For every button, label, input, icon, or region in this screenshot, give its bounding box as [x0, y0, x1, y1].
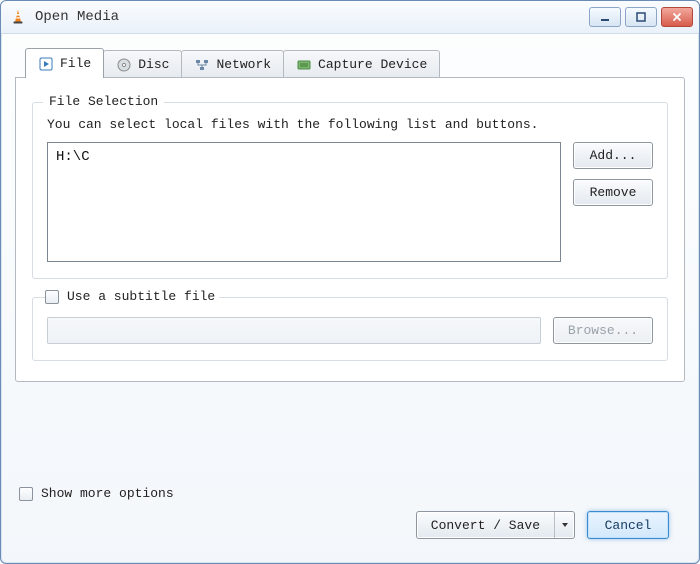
chevron-down-icon	[561, 521, 569, 529]
content-area: File Disc Network Capture Device	[1, 34, 699, 563]
minimize-button[interactable]	[589, 7, 621, 27]
capture-device-icon	[296, 57, 312, 73]
open-media-window: Open Media File	[0, 0, 700, 564]
network-icon	[194, 57, 210, 73]
dialog-button-bar: Convert / Save Cancel	[15, 501, 685, 553]
vlc-cone-icon	[9, 8, 27, 26]
file-selection-hint: You can select local files with the foll…	[47, 117, 653, 132]
titlebar: Open Media	[1, 1, 699, 34]
cancel-button[interactable]: Cancel	[587, 511, 669, 539]
remove-button[interactable]: Remove	[573, 179, 653, 206]
browse-subtitle-button[interactable]: Browse...	[553, 317, 653, 344]
file-list[interactable]: H:\C	[47, 142, 561, 262]
tab-capture-device[interactable]: Capture Device	[283, 50, 440, 78]
tab-label: File	[60, 56, 91, 71]
use-subtitle-label: Use a subtitle file	[67, 289, 215, 304]
use-subtitle-checkbox[interactable]	[45, 290, 59, 304]
convert-save-button[interactable]: Convert / Save	[416, 511, 575, 539]
tab-panel-file: File Selection You can select local file…	[15, 77, 685, 382]
close-button[interactable]	[661, 7, 693, 27]
file-play-icon	[38, 56, 54, 72]
file-list-item[interactable]: H:\C	[56, 149, 552, 165]
tab-label: Capture Device	[318, 57, 427, 72]
subtitle-path-input[interactable]	[47, 317, 541, 344]
disc-icon	[116, 57, 132, 73]
show-more-options-checkbox[interactable]	[19, 487, 33, 501]
footer-options: Show more options	[15, 480, 685, 501]
subtitle-group: Use a subtitle file Browse...	[32, 297, 668, 361]
tab-bar: File Disc Network Capture Device	[25, 48, 685, 78]
file-selection-group: File Selection You can select local file…	[32, 102, 668, 279]
show-more-options-label: Show more options	[41, 486, 174, 501]
tab-network[interactable]: Network	[181, 50, 284, 78]
add-button[interactable]: Add...	[573, 142, 653, 169]
maximize-button[interactable]	[625, 7, 657, 27]
window-controls	[589, 7, 693, 27]
convert-save-dropdown[interactable]	[554, 512, 574, 538]
tab-label: Disc	[138, 57, 169, 72]
tab-disc[interactable]: Disc	[103, 50, 182, 78]
convert-save-label[interactable]: Convert / Save	[417, 512, 554, 538]
tab-file[interactable]: File	[25, 48, 104, 78]
tab-label: Network	[216, 57, 271, 72]
window-title: Open Media	[35, 9, 589, 25]
file-selection-legend: File Selection	[43, 94, 164, 109]
